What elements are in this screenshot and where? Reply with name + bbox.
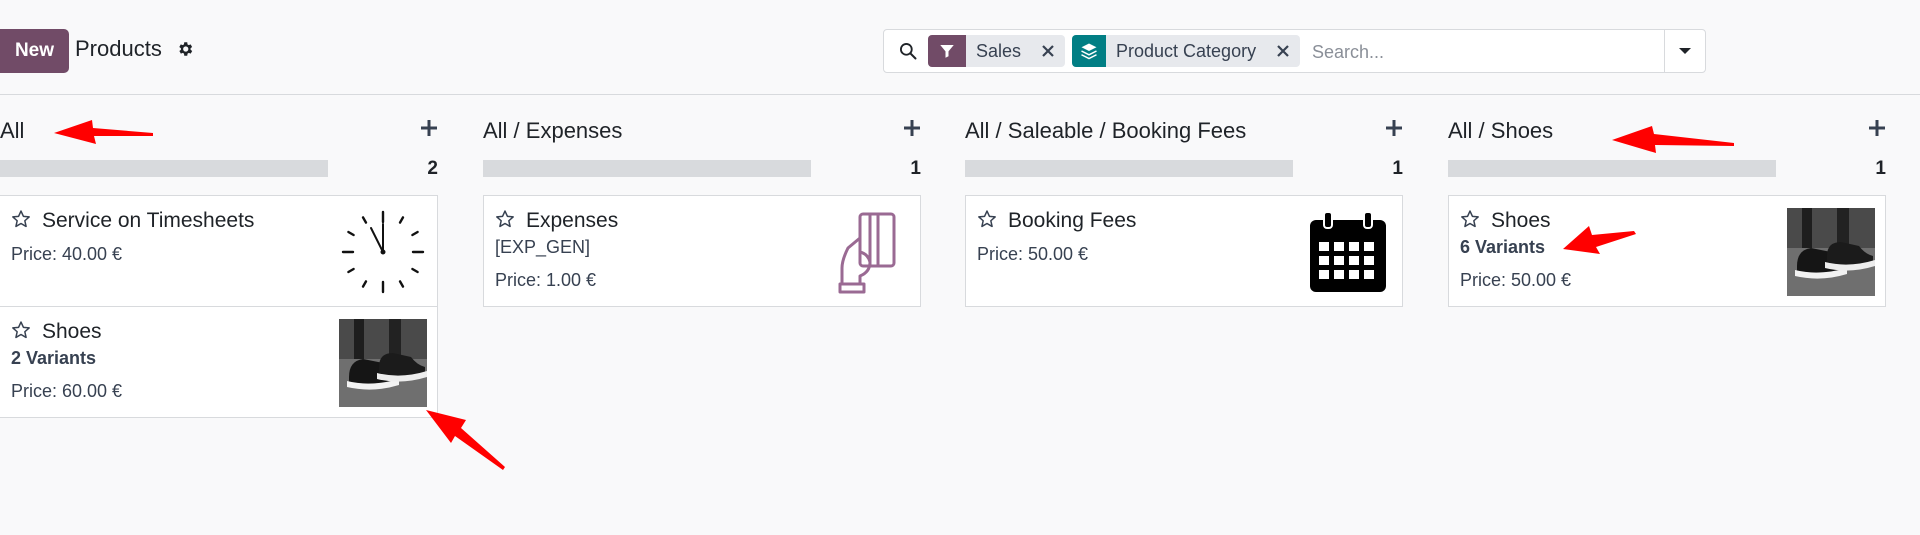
card-price: Price: 50.00 €: [977, 244, 1089, 264]
star-icon[interactable]: [495, 209, 515, 229]
clock-icon: [341, 210, 425, 294]
column-title: All / Saleable / Booking Fees: [965, 118, 1247, 143]
plus-icon[interactable]: [1868, 119, 1886, 137]
column-progress-bar: [0, 160, 328, 177]
kanban-card[interactable]: Expenses [EXP_GEN] Price: 1.00 €: [483, 195, 921, 307]
layers-icon: [1072, 35, 1106, 67]
column-title: All / Expenses: [483, 118, 623, 143]
search-icon[interactable]: [898, 41, 918, 61]
facet-label: Product Category: [1116, 40, 1257, 61]
search-input[interactable]: [1310, 36, 1634, 68]
kanban-column-expenses: All / Expenses 1 Expenses [EXP_GEN] Pric…: [483, 100, 921, 420]
star-icon[interactable]: [1460, 209, 1480, 229]
page-title: Products: [75, 36, 162, 61]
credit-card-hand-icon: [838, 212, 896, 294]
card-name: Booking Fees: [1008, 209, 1137, 232]
gear-icon[interactable]: [176, 40, 194, 58]
column-count: 1: [910, 158, 921, 179]
column-title: All / Shoes: [1448, 118, 1554, 143]
card-name: Service on Timesheets: [42, 209, 255, 232]
plus-icon[interactable]: [420, 119, 438, 137]
new-button[interactable]: New: [0, 29, 69, 73]
search-options-toggle[interactable]: [1664, 30, 1705, 72]
column-count: 1: [1875, 158, 1886, 179]
card-variants: 6 Variants: [1460, 237, 1546, 257]
calendar-icon: [1310, 211, 1386, 292]
caret-down-icon: [1679, 48, 1691, 54]
star-icon[interactable]: [977, 209, 997, 229]
card-price: Price: 40.00 €: [11, 244, 123, 264]
kanban-column-booking-fees: All / Saleable / Booking Fees 1 Booking …: [965, 100, 1403, 420]
card-price: Price: 50.00 €: [1460, 270, 1572, 290]
card-variants: 2 Variants: [11, 348, 97, 368]
card-name: Expenses: [526, 209, 619, 232]
facet-product-category: Product Category: [1072, 35, 1301, 67]
kanban-card[interactable]: Booking Fees Price: 50.00 €: [965, 195, 1403, 307]
search-bar[interactable]: Sales Product Category: [883, 29, 1706, 73]
column-progress-bar: [483, 160, 811, 177]
facet-label: Sales: [976, 40, 1022, 61]
close-icon[interactable]: [1031, 35, 1065, 67]
card-reference: [EXP_GEN]: [495, 237, 591, 257]
column-count: 2: [427, 158, 438, 179]
shoes-photo: [339, 319, 427, 407]
kanban-card[interactable]: Service on Timesheets Price: 40.00 €: [0, 195, 438, 307]
column-title: All: [0, 118, 25, 143]
card-name: Shoes: [42, 320, 102, 343]
control-panel: New Products Sales Product Category Sear…: [0, 0, 1920, 95]
kanban-column-all: All 2 Service on Timesheets Price: 40.00…: [0, 100, 438, 420]
column-count: 1: [1392, 158, 1403, 179]
card-price: Price: 1.00 €: [495, 270, 597, 290]
facet-sales: Sales: [928, 35, 1066, 67]
plus-icon[interactable]: [1385, 119, 1403, 137]
card-name: Shoes: [1491, 209, 1551, 232]
plus-icon[interactable]: [903, 119, 921, 137]
star-icon[interactable]: [11, 320, 31, 340]
kanban-column-shoes: All / Shoes 1 Shoes 6 Variants Price: 50…: [1448, 100, 1886, 420]
card-price: Price: 60.00 €: [11, 381, 123, 401]
column-progress-bar: [1448, 160, 1776, 177]
filter-icon: [928, 35, 966, 67]
kanban-card[interactable]: Shoes 6 Variants Price: 50.00 €: [1448, 195, 1886, 307]
star-icon[interactable]: [11, 209, 31, 229]
kanban-card[interactable]: Shoes 2 Variants Price: 60.00 €: [0, 306, 438, 418]
close-icon[interactable]: [1266, 35, 1300, 67]
column-progress-bar: [965, 160, 1293, 177]
shoes-photo: [1787, 208, 1875, 296]
